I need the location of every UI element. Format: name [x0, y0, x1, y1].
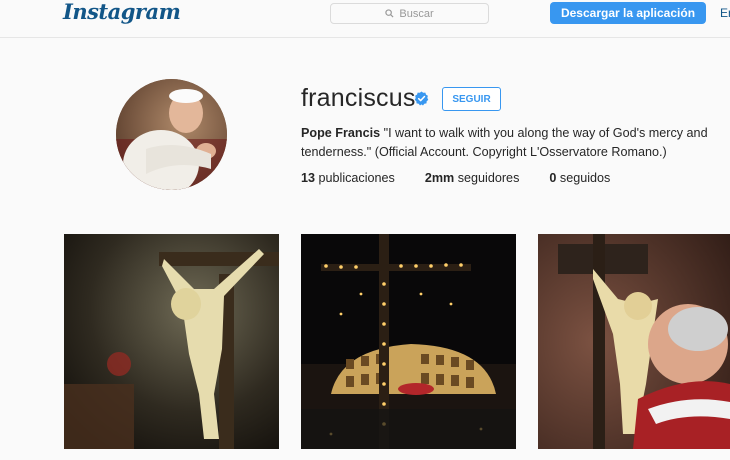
posts-stat: 13 publicaciones — [301, 171, 395, 185]
post-thumbnail-pope-crucifix[interactable] — [538, 234, 730, 449]
follow-button[interactable]: SEGUIR — [442, 87, 501, 111]
post-thumbnail-colosseum[interactable] — [301, 234, 516, 449]
posts-count: 13 — [301, 171, 316, 185]
following-count: 0 — [549, 171, 557, 185]
instagram-logo[interactable]: Instagram — [63, 0, 181, 24]
followers-label: seguidores — [457, 171, 520, 185]
verified-badge-icon — [414, 91, 429, 106]
profile-username: franciscus — [301, 84, 416, 112]
profile-avatar[interactable] — [116, 79, 227, 190]
followers-stat[interactable]: 2mm seguidores — [425, 171, 520, 185]
followers-count: 2mm — [424, 171, 455, 185]
profile-bio: Pope Francis "I want to walk with you al… — [301, 124, 716, 162]
following-label: seguidos — [559, 171, 611, 185]
download-app-button[interactable]: Descargar la aplicación — [550, 2, 706, 24]
following-stat[interactable]: 0 seguidos — [549, 171, 610, 185]
top-navigation-bar: Instagram Buscar Descargar la aplicación… — [0, 0, 730, 38]
post-thumbnail-crucifix[interactable] — [64, 234, 279, 449]
profile-stats: 13 publicaciones 2mm seguidores 0 seguid… — [301, 171, 640, 185]
bio-name: Pope Francis — [301, 126, 381, 140]
search-input[interactable]: Buscar — [330, 3, 489, 24]
posts-label: publicaciones — [318, 171, 395, 185]
search-placeholder: Buscar — [399, 7, 434, 20]
search-icon — [385, 9, 394, 18]
login-link[interactable]: Entrar — [720, 6, 730, 20]
